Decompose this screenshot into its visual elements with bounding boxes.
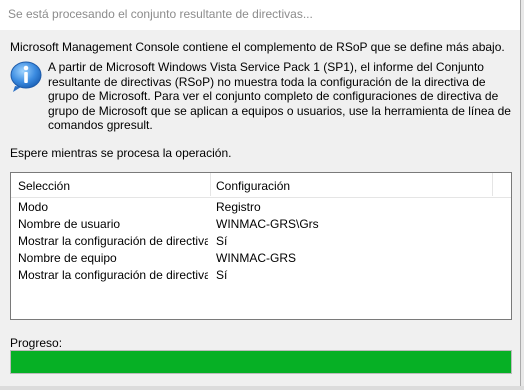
wait-message: Espere mientras se procesa la operación. <box>10 146 232 160</box>
cell-configuracion: Sí <box>216 234 228 248</box>
table-row[interactable]: Modo Registro <box>11 198 511 215</box>
cell-configuracion: WINMAC-GRS\Grs <box>216 217 319 231</box>
cell-seleccion: Nombre de equipo <box>18 251 117 265</box>
title-bar[interactable]: Se está procesando el conjunto resultant… <box>0 0 520 30</box>
progress-fill <box>11 351 511 373</box>
table-row[interactable]: Nombre de usuario WINMAC-GRS\Grs <box>11 215 511 232</box>
column-header-configuracion[interactable]: Configuración <box>216 179 290 193</box>
table-row[interactable]: Nombre de equipo WINMAC-GRS <box>11 249 511 266</box>
info-icon <box>10 61 42 92</box>
cell-seleccion: Mostrar la configuración de directivas .… <box>18 268 208 282</box>
cell-seleccion: Mostrar la configuración de directivas .… <box>18 234 208 248</box>
column-divider[interactable] <box>492 173 493 196</box>
column-header-seleccion[interactable]: Selección <box>18 179 70 193</box>
rsop-note-text: A partir de Microsoft Windows Vista Serv… <box>48 60 511 132</box>
dialog-title: Se está procesando el conjunto resultant… <box>8 7 313 21</box>
cell-configuracion: WINMAC-GRS <box>216 251 296 265</box>
progress-label: Progreso: <box>10 336 63 350</box>
cell-seleccion: Modo <box>18 200 49 214</box>
table-row[interactable]: Mostrar la configuración de directivas .… <box>11 232 511 249</box>
settings-list[interactable]: Selección Configuración Modo Registro No… <box>10 172 512 320</box>
table-row[interactable]: Mostrar la configuración de directivas .… <box>11 266 511 283</box>
column-divider[interactable] <box>210 173 211 196</box>
cell-configuracion: Sí <box>216 268 228 282</box>
rsop-processing-dialog: Se está procesando el conjunto resultant… <box>0 0 521 387</box>
list-header: Selección Configuración <box>11 173 511 198</box>
intro-text: Microsoft Management Console contiene el… <box>10 40 505 54</box>
background-window-edge <box>0 386 524 390</box>
progress-bar <box>10 350 512 374</box>
cell-configuracion: Registro <box>216 200 261 214</box>
cell-seleccion: Nombre de usuario <box>18 217 121 231</box>
